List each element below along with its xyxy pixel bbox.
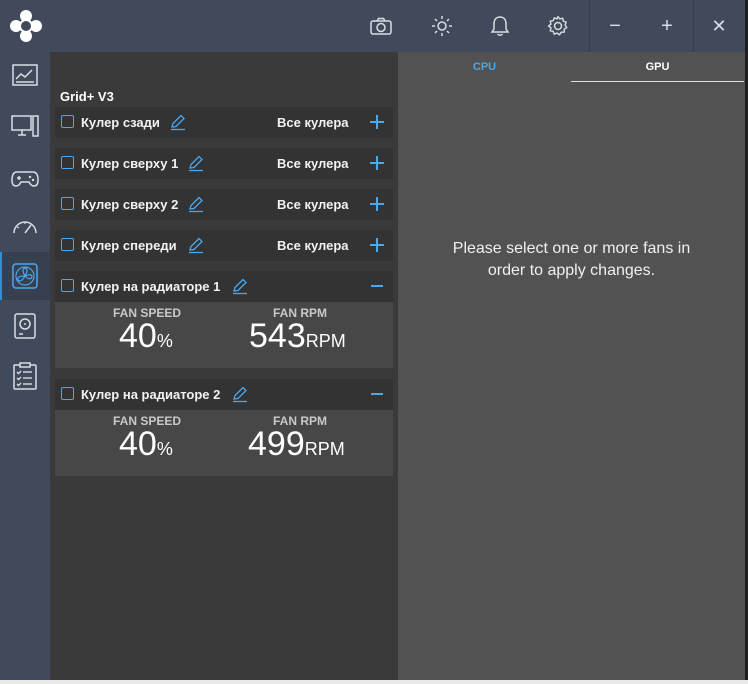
storage-icon (14, 313, 36, 339)
top-bar: − + ✕ (0, 0, 745, 52)
fan-speed-unit: % (156, 439, 173, 459)
sidebar-item-storage[interactable] (0, 302, 50, 350)
sidebar-item-performance[interactable] (0, 202, 50, 250)
background-window-edge (0, 680, 748, 684)
expand-plus-icon[interactable] (367, 194, 387, 214)
sidebar-item-games[interactable] (0, 154, 50, 202)
select-fans-message: Please select one or more fans in order … (452, 240, 691, 279)
gear-icon (547, 15, 568, 36)
fan-checkbox[interactable] (61, 197, 74, 210)
fan-rpm-value: 543RPM (249, 317, 346, 360)
fan-header: Кулер на радиаторе 2 (55, 379, 393, 410)
fan-row[interactable]: Кулер сверху 1 Все кулера (55, 148, 393, 179)
fan-icon (12, 263, 38, 289)
tab-gpu[interactable]: GPU (571, 52, 744, 82)
fan-header: Кулер сверху 1 Все кулера (55, 148, 393, 179)
fan-row[interactable]: Кулер сверху 2 Все кулера (55, 189, 393, 220)
fan-header: Кулер на радиаторе 1 (55, 271, 393, 302)
fan-rpm-unit: RPM (304, 439, 345, 459)
lighting-button[interactable] (424, 8, 460, 44)
fan-group-label[interactable]: Все кулера (277, 238, 349, 253)
close-button[interactable]: ✕ (701, 8, 737, 44)
fans-panel: Grid+ V3 Кулер сзади Все кулера Кулер св… (50, 52, 398, 680)
sidebar-item-system[interactable] (0, 102, 50, 150)
fan-group-label[interactable]: Все кулера (277, 156, 349, 171)
screenshot-button[interactable] (363, 8, 399, 44)
sidebar (0, 52, 50, 680)
fan-name: Кулер сверху 2 (81, 197, 179, 212)
fan-checkbox[interactable] (61, 156, 74, 169)
fan-rpm-number: 543 (249, 317, 306, 355)
edit-icon[interactable] (187, 236, 205, 254)
fan-header: Кулер сверху 2 Все кулера (55, 189, 393, 220)
toolbar-divider (589, 0, 590, 52)
app-logo-icon[interactable] (8, 8, 44, 44)
edit-icon[interactable] (231, 385, 249, 403)
fan-checkbox[interactable] (61, 115, 74, 128)
fan-speed-unit: % (156, 331, 173, 351)
gauge-icon (13, 221, 37, 234)
edit-icon[interactable] (169, 113, 187, 131)
settings-button[interactable] (540, 8, 576, 44)
edit-icon[interactable] (231, 277, 249, 295)
toolbar-divider (693, 0, 694, 52)
sidebar-item-cooling[interactable] (0, 252, 50, 300)
edit-icon[interactable] (187, 154, 205, 172)
notifications-button[interactable] (482, 8, 518, 44)
fan-speed-number: 40 (119, 317, 157, 355)
fan-checkbox[interactable] (61, 387, 74, 400)
sidebar-item-reports[interactable] (0, 352, 50, 400)
sidebar-item-dashboard[interactable] (0, 52, 50, 100)
fan-checkbox[interactable] (61, 238, 74, 251)
fan-checkbox[interactable] (61, 279, 74, 292)
dashboard-icon (12, 64, 38, 86)
expand-plus-icon[interactable] (367, 235, 387, 255)
fan-speed-value: 40% (119, 425, 173, 468)
fan-speed-value: 40% (119, 317, 173, 360)
fan-rpm-unit: RPM (305, 331, 346, 351)
expand-plus-icon[interactable] (367, 112, 387, 132)
fan-stats: FAN SPEED 40% FAN RPM 543RPM (55, 302, 393, 362)
fan-row[interactable]: Кулер спереди Все кулера (55, 230, 393, 261)
fan-name: Кулер спереди (81, 238, 177, 253)
clipboard-icon (13, 362, 37, 390)
camera-icon (370, 17, 392, 35)
app-window: − + ✕ Grid+ V3 Кулер сзади Все кулера Ку… (0, 0, 745, 680)
fan-stats: FAN SPEED 40% FAN RPM 499RPM (55, 410, 393, 470)
fan-header: Кулер сзади Все кулера (55, 107, 393, 138)
fan-group-label[interactable]: Все кулера (277, 197, 349, 212)
bell-icon (490, 16, 510, 36)
fan-name: Кулер на радиаторе 2 (81, 387, 221, 402)
pc-icon (11, 115, 39, 137)
fan-header: Кулер спереди Все кулера (55, 230, 393, 261)
fan-card[interactable]: Кулер на радиаторе 2 FAN SPEED 40% FAN R… (55, 379, 393, 476)
edit-icon[interactable] (187, 195, 205, 213)
device-title: Grid+ V3 (60, 89, 114, 104)
fan-name: Кулер на радиаторе 1 (81, 279, 221, 294)
collapse-minus-icon[interactable] (367, 276, 387, 296)
tab-cpu[interactable]: CPU (398, 52, 571, 82)
minimize-button[interactable]: − (597, 8, 633, 44)
collapse-minus-icon[interactable] (367, 384, 387, 404)
brightness-icon (432, 16, 452, 36)
fan-rpm-value: 499RPM (248, 425, 345, 468)
fan-rpm-number: 499 (248, 425, 305, 463)
fan-name: Кулер сзади (81, 115, 160, 130)
expand-plus-icon[interactable] (367, 153, 387, 173)
fan-name: Кулер сверху 1 (81, 156, 179, 171)
fan-speed-number: 40 (119, 425, 157, 463)
fan-row[interactable]: Кулер сзади Все кулера (55, 107, 393, 138)
fan-card[interactable]: Кулер на радиаторе 1 FAN SPEED 40% FAN R… (55, 271, 393, 368)
apply-panel: CPU GPU Please select one or more fans i… (398, 52, 745, 680)
gamepad-icon (11, 171, 39, 187)
fan-group-label[interactable]: Все кулера (277, 115, 349, 130)
maximize-button[interactable]: + (649, 8, 685, 44)
